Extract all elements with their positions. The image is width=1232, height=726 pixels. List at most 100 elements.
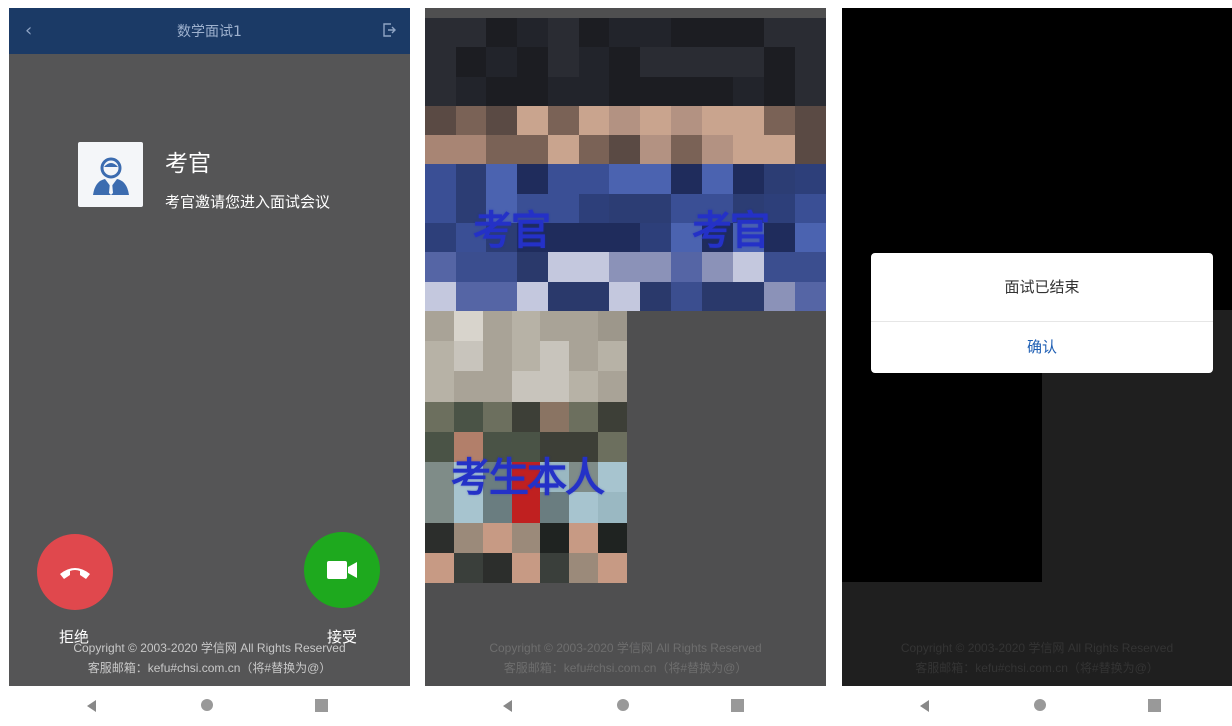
mosaic-cell	[547, 105, 579, 136]
mosaic-cell	[578, 223, 610, 253]
mosaic-cell	[609, 135, 640, 165]
mosaic-cell	[640, 164, 671, 194]
mosaic-cell	[547, 281, 579, 311]
system-nav-bar	[842, 686, 1232, 726]
mosaic-cell	[609, 223, 640, 253]
mosaic-cell	[547, 193, 579, 224]
mosaic-cell	[671, 47, 702, 77]
nav-recents-icon[interactable]	[1148, 699, 1161, 712]
mosaic-cell	[640, 135, 671, 165]
mosaic-cell	[733, 164, 764, 194]
mosaic-cell	[453, 341, 483, 372]
pixelated-video	[425, 18, 640, 311]
chevron-left-icon[interactable]: ‹	[25, 20, 32, 41]
nav-back-icon[interactable]	[503, 700, 512, 712]
mosaic-cell	[702, 164, 733, 194]
mosaic-cell	[702, 18, 733, 48]
mosaic-cell	[547, 18, 579, 48]
page-title: 数学面试1	[177, 24, 242, 40]
mosaic-cell	[578, 105, 610, 136]
nav-home-icon[interactable]	[617, 699, 629, 711]
mosaic-cell	[425, 552, 454, 583]
nav-back-icon[interactable]	[920, 700, 929, 712]
mosaic-cell	[511, 341, 541, 372]
nav-home-icon[interactable]	[1034, 699, 1046, 711]
reject-call-button[interactable]	[37, 534, 113, 610]
mosaic-cell	[733, 76, 764, 106]
mosaic-cell	[640, 223, 671, 253]
mosaic-cell	[733, 281, 764, 311]
footer: Copyright © 2003-2020 学信网 All Rights Res…	[425, 638, 826, 678]
mosaic-cell	[511, 522, 541, 553]
mosaic-cell	[425, 164, 456, 194]
nav-recents-icon[interactable]	[315, 699, 328, 712]
nav-home-icon[interactable]	[201, 699, 213, 711]
mosaic-cell	[517, 164, 548, 194]
pixelated-video	[640, 18, 826, 311]
mosaic-cell	[598, 341, 627, 372]
mosaic-cell	[795, 223, 826, 253]
mosaic-cell	[425, 311, 454, 342]
video-camera-icon	[327, 561, 357, 579]
interview-ended-screen: 面试已结束 确认 Copyright © 2003-2020 学信网 All R…	[842, 8, 1232, 726]
mosaic-cell	[540, 552, 570, 583]
video-meeting-screen: 考官 考官 考生本人 Copyright © 2003-2020 学信网 All…	[425, 8, 826, 726]
mosaic-cell	[609, 252, 640, 282]
mosaic-cell	[578, 164, 610, 194]
accept-call-button[interactable]	[304, 532, 380, 608]
invitation-message: 考官邀请您进入面试会议	[165, 193, 331, 211]
mosaic-cell	[764, 135, 795, 165]
mosaic-cell	[486, 47, 518, 77]
mosaic-cell	[455, 76, 487, 106]
mosaic-cell	[569, 311, 599, 342]
mosaic-cell	[733, 135, 764, 165]
mosaic-cell	[640, 252, 671, 282]
mosaic-cell	[482, 522, 512, 553]
mosaic-cell	[671, 76, 702, 106]
mosaic-cell	[764, 223, 795, 253]
footer: Copyright © 2003-2020 学信网 All Rights Res…	[9, 638, 410, 678]
mosaic-cell	[609, 47, 640, 77]
mosaic-cell	[640, 281, 671, 311]
mosaic-cell	[578, 252, 610, 282]
mosaic-cell	[547, 164, 579, 194]
support-email: 客服邮箱：kefu#chsi.com.cn（将#替换为@）	[915, 661, 1159, 675]
mosaic-cell	[425, 105, 456, 136]
mosaic-cell	[547, 135, 579, 165]
mosaic-cell	[453, 371, 483, 402]
mosaic-cell	[702, 76, 733, 106]
exit-icon[interactable]	[382, 22, 396, 38]
mosaic-cell	[511, 371, 541, 402]
confirm-button[interactable]: 确认	[871, 322, 1213, 373]
mosaic-cell	[486, 252, 518, 282]
mosaic-cell	[671, 135, 702, 165]
mosaic-cell	[640, 47, 671, 77]
mosaic-cell	[486, 76, 518, 106]
mosaic-cell	[425, 252, 456, 282]
mosaic-cell	[569, 371, 599, 402]
mosaic-cell	[482, 401, 512, 432]
nav-recents-icon[interactable]	[731, 699, 744, 712]
mosaic-cell	[640, 105, 671, 136]
incoming-call-screen: ‹ 数学面试1 考官 考官邀请您进入面试会议 拒绝 接受 Copyright ©…	[9, 8, 410, 726]
tile-label: 考生本人	[451, 455, 605, 501]
mosaic-cell	[702, 105, 733, 136]
mosaic-cell	[795, 252, 826, 282]
mosaic-cell	[517, 47, 548, 77]
mosaic-cell	[569, 552, 599, 583]
copyright-text: Copyright © 2003-2020 学信网 All Rights Res…	[489, 641, 762, 655]
mosaic-cell	[640, 18, 671, 48]
end-dialog: 面试已结束 确认	[871, 253, 1213, 373]
mosaic-cell	[609, 281, 640, 311]
mosaic-cell	[702, 252, 733, 282]
mosaic-cell	[764, 18, 795, 48]
mosaic-cell	[598, 371, 627, 402]
mosaic-cell	[511, 311, 541, 342]
mosaic-cell	[702, 281, 733, 311]
mosaic-cell	[547, 47, 579, 77]
mosaic-cell	[764, 76, 795, 106]
mosaic-cell	[764, 252, 795, 282]
tile-label: 考官	[692, 208, 770, 254]
mosaic-cell	[569, 341, 599, 372]
nav-back-icon[interactable]	[87, 700, 96, 712]
